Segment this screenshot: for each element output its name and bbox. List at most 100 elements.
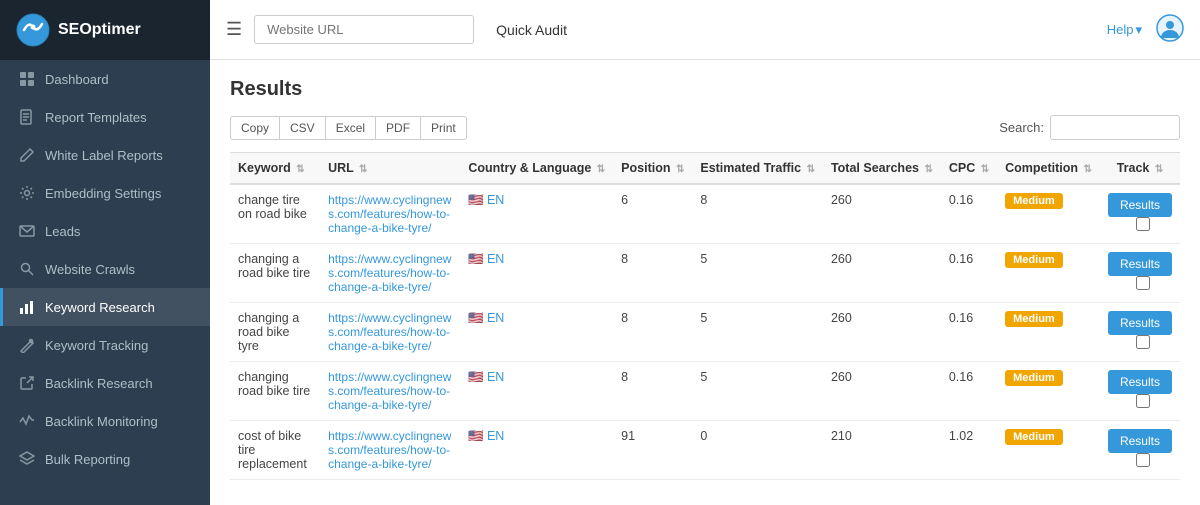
url-input[interactable]: [254, 15, 474, 44]
csv-button[interactable]: CSV: [279, 116, 326, 140]
col-total-searches[interactable]: Total Searches ⇅: [823, 153, 941, 185]
url-cell[interactable]: https://www.cyclingnews.com/features/how…: [320, 184, 460, 244]
col-est-traffic[interactable]: Estimated Traffic ⇅: [692, 153, 823, 185]
col-competition[interactable]: Competition ⇅: [997, 153, 1100, 185]
track-checkbox-3[interactable]: [1136, 394, 1150, 408]
track-checkbox-4[interactable]: [1136, 453, 1150, 467]
sidebar-item-embedding-settings[interactable]: Embedding Settings: [0, 174, 210, 212]
help-label: Help: [1107, 22, 1134, 37]
position-cell: 8: [613, 303, 692, 362]
keyword-cell: change tire on road bike: [230, 184, 320, 244]
sidebar: SEOptimer Dashboard Report Templates Whi…: [0, 0, 210, 505]
logo[interactable]: SEOptimer: [0, 0, 210, 60]
excel-button[interactable]: Excel: [325, 116, 376, 140]
results-button-2[interactable]: Results: [1108, 311, 1172, 335]
sidebar-item-label: Keyword Tracking: [45, 338, 148, 353]
col-url[interactable]: URL ⇅: [320, 153, 460, 185]
quick-audit-button[interactable]: Quick Audit: [486, 16, 577, 44]
sort-icon-keyword: ⇅: [296, 164, 304, 175]
track-cell: Results: [1100, 184, 1180, 244]
pdf-button[interactable]: PDF: [375, 116, 421, 140]
competition-cell: Medium: [997, 362, 1100, 421]
searches-cell: 260: [823, 303, 941, 362]
content-area: Results Copy CSV Excel PDF Print Search:…: [210, 60, 1200, 505]
cpc-cell: 0.16: [941, 184, 997, 244]
sidebar-item-backlink-monitoring[interactable]: Backlink Monitoring: [0, 402, 210, 440]
cpc-cell: 1.02: [941, 421, 997, 480]
competition-cell: Medium: [997, 184, 1100, 244]
track-checkbox-2[interactable]: [1136, 335, 1150, 349]
track-cell: Results: [1100, 421, 1180, 480]
url-cell[interactable]: https://www.cyclingnews.com/features/how…: [320, 362, 460, 421]
searches-cell: 260: [823, 184, 941, 244]
sort-icon-competition: ⇅: [1084, 164, 1092, 175]
logo-text: SEOptimer: [58, 21, 141, 39]
hamburger-icon[interactable]: ☰: [226, 19, 242, 40]
sidebar-item-bulk-reporting[interactable]: Bulk Reporting: [0, 440, 210, 478]
url-cell[interactable]: https://www.cyclingnews.com/features/how…: [320, 421, 460, 480]
pen-tool-icon: [19, 337, 35, 353]
print-button[interactable]: Print: [420, 116, 467, 140]
keyword-cell: changing a road bike tyre: [230, 303, 320, 362]
user-avatar-button[interactable]: [1156, 14, 1184, 45]
sidebar-item-backlink-research[interactable]: Backlink Research: [0, 364, 210, 402]
col-keyword[interactable]: Keyword ⇅: [230, 153, 320, 185]
track-checkbox-1[interactable]: [1136, 276, 1150, 290]
sidebar-item-label: Website Crawls: [45, 262, 135, 277]
country-cell: 🇺🇸EN: [460, 421, 613, 480]
url-cell[interactable]: https://www.cyclingnews.com/features/how…: [320, 303, 460, 362]
sidebar-item-keyword-research[interactable]: Keyword Research: [0, 288, 210, 326]
sidebar-item-label: Backlink Monitoring: [45, 414, 158, 429]
sidebar-item-label: Keyword Research: [45, 300, 155, 315]
copy-button[interactable]: Copy: [230, 116, 280, 140]
results-button-1[interactable]: Results: [1108, 252, 1172, 276]
help-button[interactable]: Help ▾: [1107, 22, 1142, 38]
sidebar-item-label: Report Templates: [45, 110, 147, 125]
sort-icon-country: ⇅: [597, 164, 605, 175]
sidebar-item-leads[interactable]: Leads: [0, 212, 210, 250]
col-position[interactable]: Position ⇅: [613, 153, 692, 185]
col-country[interactable]: Country & Language ⇅: [460, 153, 613, 185]
track-cell: Results: [1100, 303, 1180, 362]
settings-icon: [19, 185, 35, 201]
col-track[interactable]: Track ⇅: [1100, 153, 1180, 185]
traffic-cell: 5: [692, 303, 823, 362]
table-row: changing a road bike tyre https://www.cy…: [230, 303, 1180, 362]
track-checkbox-0[interactable]: [1136, 217, 1150, 231]
cpc-cell: 0.16: [941, 244, 997, 303]
traffic-cell: 8: [692, 184, 823, 244]
layers-icon: [19, 451, 35, 467]
sort-icon-searches: ⇅: [924, 164, 932, 175]
results-button-0[interactable]: Results: [1108, 193, 1172, 217]
traffic-cell: 5: [692, 244, 823, 303]
searches-cell: 260: [823, 362, 941, 421]
sidebar-item-white-label-reports[interactable]: White Label Reports: [0, 136, 210, 174]
sidebar-item-dashboard[interactable]: Dashboard: [0, 60, 210, 98]
sidebar-item-keyword-tracking[interactable]: Keyword Tracking: [0, 326, 210, 364]
searches-cell: 210: [823, 421, 941, 480]
results-button-4[interactable]: Results: [1108, 429, 1172, 453]
country-cell: 🇺🇸EN: [460, 303, 613, 362]
search-icon: [19, 261, 35, 277]
table-row: cost of bike tire replacement https://ww…: [230, 421, 1180, 480]
position-cell: 91: [613, 421, 692, 480]
file-text-icon: [19, 109, 35, 125]
search-input[interactable]: [1050, 115, 1180, 140]
sidebar-item-label: Leads: [45, 224, 80, 239]
keyword-cell: changing road bike tire: [230, 362, 320, 421]
activity-icon: [19, 413, 35, 429]
traffic-cell: 0: [692, 421, 823, 480]
main-content: ☰ Quick Audit Help ▾ Results Copy CSV Ex…: [210, 0, 1200, 505]
results-button-3[interactable]: Results: [1108, 370, 1172, 394]
toolbar: Copy CSV Excel PDF Print Search:: [230, 115, 1180, 140]
mail-icon: [19, 223, 35, 239]
edit-icon: [19, 147, 35, 163]
sidebar-item-website-crawls[interactable]: Website Crawls: [0, 250, 210, 288]
searches-cell: 260: [823, 244, 941, 303]
col-cpc[interactable]: CPC ⇅: [941, 153, 997, 185]
url-cell[interactable]: https://www.cyclingnews.com/features/how…: [320, 244, 460, 303]
topbar-right: Help ▾: [1107, 14, 1184, 45]
sort-icon-traffic: ⇅: [807, 164, 815, 175]
sort-icon-position: ⇅: [676, 164, 684, 175]
sidebar-item-report-templates[interactable]: Report Templates: [0, 98, 210, 136]
